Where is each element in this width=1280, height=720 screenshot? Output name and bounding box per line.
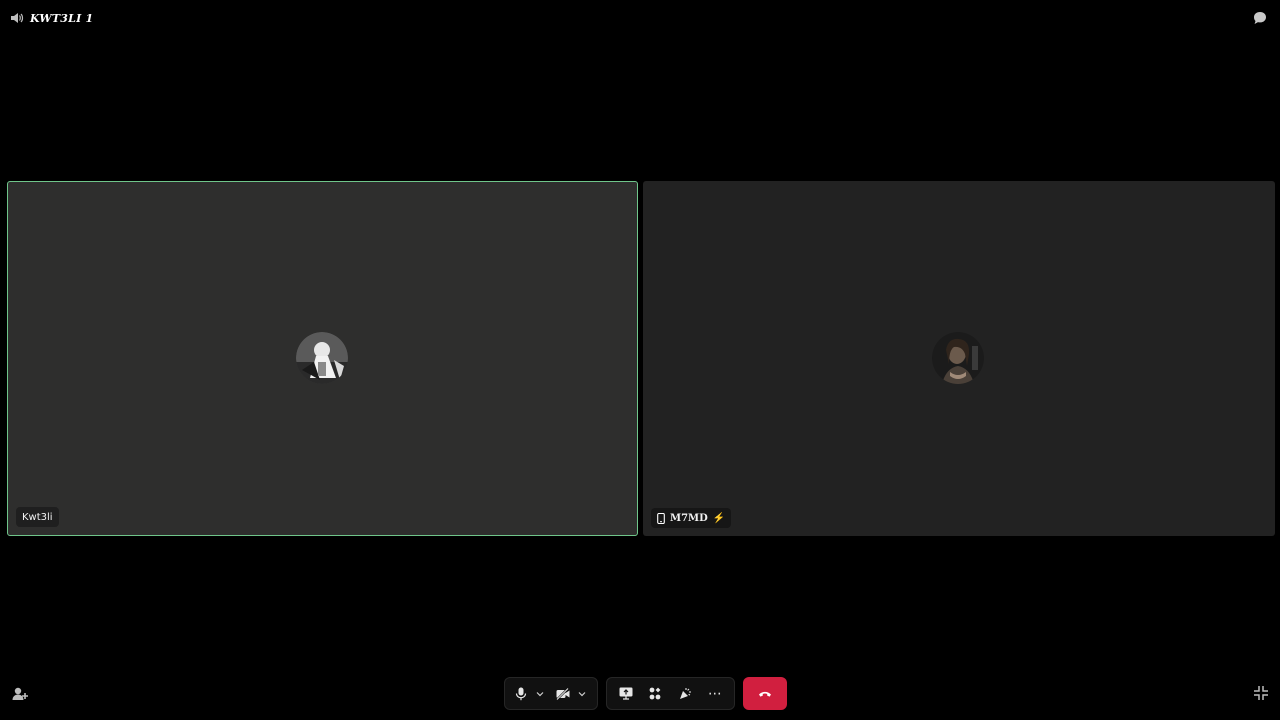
speaker-icon xyxy=(10,11,24,25)
mobile-phone-icon xyxy=(657,512,665,524)
channel-title: KWT3LI 1 xyxy=(30,11,94,25)
minimize-icon xyxy=(1253,685,1269,701)
channel-header: KWT3LI 1 xyxy=(10,10,93,26)
participant-name-tag: M7MD ⚡ xyxy=(651,508,732,528)
audio-video-controls xyxy=(504,677,598,710)
exit-fullscreen-button[interactable] xyxy=(1253,685,1269,701)
add-person-icon xyxy=(11,685,29,703)
call-stage: KWT3LI 1 Kwt3li M7MD ⚡ ⋯ xyxy=(0,0,1280,720)
camera-options-button[interactable] xyxy=(575,681,589,707)
participant-name: M7MD xyxy=(670,512,708,524)
participant-name-tag: Kwt3li xyxy=(16,507,59,527)
chevron-down-icon xyxy=(578,691,586,697)
soundboard-button[interactable] xyxy=(678,681,692,707)
more-icon: ⋯ xyxy=(707,685,722,702)
invite-button[interactable] xyxy=(11,685,29,703)
screen-share-button[interactable] xyxy=(619,681,633,707)
chat-bubble-icon xyxy=(1252,10,1268,26)
participant-name: Kwt3li xyxy=(22,511,53,523)
participant-tile-m7md[interactable]: M7MD ⚡ xyxy=(643,181,1275,536)
end-call-button[interactable] xyxy=(743,677,787,710)
call-actions-controls: ⋯ xyxy=(606,677,735,710)
camera-off-icon xyxy=(556,687,570,700)
end-call-icon xyxy=(758,690,772,698)
camera-button[interactable] xyxy=(551,681,575,707)
user-avatar-icon xyxy=(296,332,348,384)
activities-button[interactable] xyxy=(649,681,661,707)
participant-tile-kwt3li[interactable]: Kwt3li xyxy=(7,181,638,536)
soundboard-icon xyxy=(678,687,692,701)
screen-share-icon xyxy=(619,687,633,700)
microphone-options-button[interactable] xyxy=(533,681,547,707)
microphone-button[interactable] xyxy=(509,681,533,707)
more-options-button[interactable]: ⋯ xyxy=(708,681,722,707)
user-avatar-icon xyxy=(932,332,984,384)
lightning-badge: ⚡ xyxy=(712,512,726,524)
microphone-icon xyxy=(515,687,527,701)
activities-icon xyxy=(649,687,661,700)
chevron-down-icon xyxy=(536,691,544,697)
chat-button[interactable] xyxy=(1252,10,1268,26)
